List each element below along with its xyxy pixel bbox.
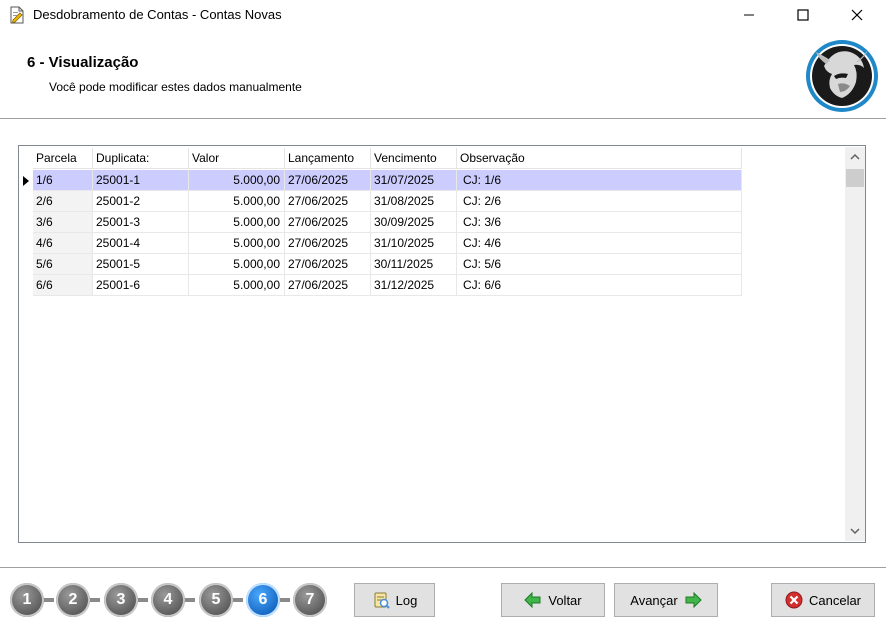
cell-lancamento[interactable]: 27/06/2025 (285, 212, 371, 233)
cell-observacao[interactable]: CJ: 4/6 (457, 233, 742, 254)
cell-valor[interactable]: 5.000,00 (189, 191, 285, 212)
column-header-parcela[interactable]: Parcela (33, 148, 93, 169)
cell-lancamento[interactable]: 27/06/2025 (285, 170, 371, 191)
document-edit-icon (10, 6, 24, 24)
log-button-label: Log (395, 592, 418, 608)
cancelar-button[interactable]: Cancelar (771, 583, 875, 617)
step-connector (90, 598, 100, 602)
warrior-head-logo (806, 40, 878, 112)
title-bar: Desdobramento de Contas - Contas Novas (0, 0, 886, 30)
cell-vencimento[interactable]: 31/08/2025 (371, 191, 457, 212)
minimize-icon (744, 14, 754, 16)
cell-lancamento[interactable]: 27/06/2025 (285, 191, 371, 212)
cell-lancamento[interactable]: 27/06/2025 (285, 275, 371, 296)
chevron-down-icon (850, 528, 860, 535)
scroll-thumb[interactable] (846, 169, 864, 187)
column-header-lancamento[interactable]: Lançamento (285, 148, 371, 169)
current-row-arrow-icon (23, 176, 29, 186)
installments-grid[interactable]: Parcela Duplicata: Valor Lançamento Venc… (18, 145, 866, 543)
maximize-icon (797, 9, 809, 21)
cancelar-button-label: Cancelar (808, 592, 862, 608)
cell-vencimento[interactable]: 30/11/2025 (371, 254, 457, 275)
cell-observacao[interactable]: CJ: 3/6 (457, 212, 742, 233)
cell-duplicata[interactable]: 25001-1 (93, 170, 189, 191)
step-4: 4 (151, 583, 185, 617)
cell-parcela[interactable]: 1/6 (33, 170, 93, 191)
step-7: 7 (293, 583, 327, 617)
cell-observacao[interactable]: CJ: 5/6 (457, 254, 742, 275)
column-header-duplicata[interactable]: Duplicata: (93, 148, 189, 169)
cell-vencimento[interactable]: 30/09/2025 (371, 212, 457, 233)
step-5: 5 (199, 583, 233, 617)
chevron-up-icon (850, 153, 860, 160)
cell-parcela[interactable]: 3/6 (33, 212, 93, 233)
voltar-button[interactable]: Voltar (501, 583, 605, 617)
scroll-up-button[interactable] (845, 147, 865, 167)
cell-valor[interactable]: 5.000,00 (189, 170, 285, 191)
step-subtitle: Você pode modificar estes dados manualme… (49, 80, 302, 94)
window-title: Desdobramento de Contas - Contas Novas (33, 7, 282, 22)
step-2: 2 (56, 583, 90, 617)
vertical-scrollbar[interactable] (845, 147, 865, 541)
cell-lancamento[interactable]: 27/06/2025 (285, 254, 371, 275)
cell-vencimento[interactable]: 31/10/2025 (371, 233, 457, 254)
close-icon (851, 9, 863, 21)
step-1: 1 (10, 583, 44, 617)
cell-lancamento[interactable]: 27/06/2025 (285, 233, 371, 254)
cell-observacao[interactable]: CJ: 6/6 (457, 275, 742, 296)
cell-duplicata[interactable]: 25001-6 (93, 275, 189, 296)
column-header-observacao[interactable]: Observação (457, 148, 742, 169)
arrow-left-icon (524, 591, 542, 609)
cell-parcela[interactable]: 2/6 (33, 191, 93, 212)
step-3: 3 (104, 583, 138, 617)
cell-parcela[interactable]: 5/6 (33, 254, 93, 275)
maximize-button[interactable] (780, 0, 826, 30)
step-6-current: 6 (246, 583, 280, 617)
footer-divider (0, 567, 886, 569)
cell-observacao[interactable]: CJ: 1/6 (457, 170, 742, 191)
cell-duplicata[interactable]: 25001-5 (93, 254, 189, 275)
close-button[interactable] (834, 0, 880, 30)
voltar-button-label: Voltar (548, 592, 582, 608)
row-indicator[interactable] (19, 170, 33, 191)
step-connector (138, 598, 148, 602)
cell-valor[interactable]: 5.000,00 (189, 233, 285, 254)
cell-valor[interactable]: 5.000,00 (189, 212, 285, 233)
log-icon (372, 591, 390, 609)
cell-vencimento[interactable]: 31/12/2025 (371, 275, 457, 296)
cell-parcela[interactable]: 4/6 (33, 233, 93, 254)
wizard-header: 6 - Visualização Você pode modificar est… (0, 30, 886, 118)
minimize-button[interactable] (726, 0, 772, 30)
column-header-vencimento[interactable]: Vencimento (371, 148, 457, 169)
step-title: 6 - Visualização (27, 54, 139, 71)
scroll-down-button[interactable] (845, 521, 865, 541)
step-connector (185, 598, 195, 602)
cell-duplicata[interactable]: 25001-2 (93, 191, 189, 212)
header-divider (0, 118, 886, 120)
avancar-button[interactable]: Avançar (614, 583, 718, 617)
step-connector (44, 598, 54, 602)
cell-parcela[interactable]: 6/6 (33, 275, 93, 296)
cell-duplicata[interactable]: 25001-3 (93, 212, 189, 233)
cell-duplicata[interactable]: 25001-4 (93, 233, 189, 254)
step-connector (280, 598, 290, 602)
cancel-icon (785, 591, 803, 609)
column-header-valor[interactable]: Valor (189, 148, 285, 169)
cell-vencimento[interactable]: 31/07/2025 (371, 170, 457, 191)
cell-valor[interactable]: 5.000,00 (189, 275, 285, 296)
log-button[interactable]: Log (354, 583, 435, 617)
cell-valor[interactable]: 5.000,00 (189, 254, 285, 275)
avancar-button-label: Avançar (630, 592, 678, 608)
arrow-right-icon (684, 591, 702, 609)
cell-observacao[interactable]: CJ: 2/6 (457, 191, 742, 212)
step-connector (233, 598, 243, 602)
